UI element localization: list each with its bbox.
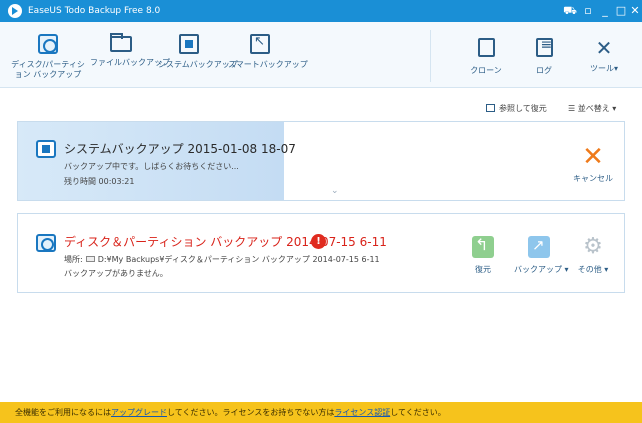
- system-backup-button[interactable]: システムバックアップ: [158, 34, 238, 70]
- windows-icon: [179, 34, 199, 54]
- log-button[interactable]: ログ: [524, 37, 564, 76]
- tool-label: ファイルバックアップ: [90, 58, 170, 67]
- browse-restore-link[interactable]: 参照して復元: [486, 103, 547, 114]
- restore-window-icon[interactable]: ▫: [581, 3, 595, 19]
- task-location: 場所: D:¥My Backups¥ディスク＆パーティション バックアップ 201…: [64, 255, 380, 264]
- disk-backup-icon: [38, 34, 58, 54]
- upgrade-link[interactable]: アップグレード: [111, 408, 167, 417]
- smart-backup-icon: [250, 34, 270, 54]
- progress-fill: [18, 122, 284, 200]
- tools-icon: ✕: [595, 36, 613, 60]
- task-message: バックアップがありません。: [64, 269, 168, 278]
- minimize-button[interactable]: _: [598, 3, 612, 19]
- tool-label: クローン: [470, 66, 502, 75]
- toolbar-divider: [430, 30, 431, 82]
- cancel-button[interactable]: ✕ キャンセル: [573, 144, 613, 184]
- tool-label: ログ: [536, 66, 552, 75]
- list-icon: ☰: [568, 104, 578, 113]
- task-card-system-backup[interactable]: システムバックアップ 2015-01-08 18-07 バックアップ中です。しば…: [17, 121, 625, 201]
- task-card-disk-backup[interactable]: ディスク＆パーティション バックアップ 2014-07-15 6-11 ! 場所…: [17, 213, 625, 293]
- file-backup-button[interactable]: ファイルバックアップ: [90, 33, 170, 68]
- backup-button[interactable]: バックアップ ▾: [514, 236, 569, 275]
- expand-chevron-icon[interactable]: ⌄: [331, 186, 339, 196]
- gear-icon: ⚙: [583, 234, 603, 259]
- smart-backup-button[interactable]: スマートバックアップ: [228, 34, 308, 70]
- sort-dropdown[interactable]: ☰ 並べ替え ▾: [568, 103, 616, 114]
- tool-label: ツール▾: [589, 64, 618, 73]
- tool-label: システムバックアップ: [158, 60, 238, 69]
- close-button[interactable]: ✕: [628, 3, 642, 19]
- folder-icon: [110, 33, 132, 52]
- drive-icon: [85, 256, 95, 262]
- disk-backup-icon: [36, 234, 56, 252]
- cart-icon[interactable]: ⛟: [563, 3, 577, 19]
- log-icon: [535, 37, 553, 57]
- clone-icon: [477, 38, 495, 57]
- error-icon: !: [311, 234, 326, 249]
- main-toolbar: ディスク/パーティション バックアップ ファイルバックアップ システムバックアッ…: [0, 22, 642, 88]
- title-bar: EaseUS Todo Backup Free 8.0 ⛟ ▫ _ □ ✕: [0, 0, 642, 22]
- clone-button[interactable]: クローン: [466, 38, 506, 76]
- windows-icon: [36, 140, 56, 158]
- backup-icon: [528, 236, 550, 258]
- restore-icon: [472, 235, 494, 258]
- task-status: バックアップ中です。しばらくお待ちください...: [64, 162, 239, 171]
- browse-icon: [486, 104, 495, 112]
- cancel-icon: ✕: [582, 142, 604, 172]
- remaining-time: 残り時間 00:03:21: [64, 177, 135, 186]
- chevron-down-icon: ▾: [609, 104, 617, 113]
- restore-button[interactable]: 復元: [458, 235, 508, 275]
- disk-partition-backup-button[interactable]: ディスク/パーティション バックアップ: [10, 34, 86, 80]
- app-logo-icon: [8, 4, 22, 18]
- task-title: システムバックアップ 2015-01-08 18-07: [64, 142, 296, 156]
- activate-license-link[interactable]: ライセンス認証: [334, 408, 390, 417]
- license-notice-bar: 全機能をご利用になるにはアップグレードしてください。ライセンスをお持ちでない方は…: [0, 402, 642, 423]
- tool-label: ディスク/パーティション バックアップ: [11, 60, 85, 79]
- more-button[interactable]: ⚙ その他 ▾: [568, 236, 618, 275]
- window-title: EaseUS Todo Backup Free 8.0: [28, 6, 161, 16]
- maximize-button[interactable]: □: [614, 3, 628, 19]
- tools-button[interactable]: ✕ ツール▾: [584, 38, 624, 74]
- task-title: ディスク＆パーティション バックアップ 2014-07-15 6-11: [64, 235, 387, 249]
- tool-label: スマートバックアップ: [228, 60, 308, 69]
